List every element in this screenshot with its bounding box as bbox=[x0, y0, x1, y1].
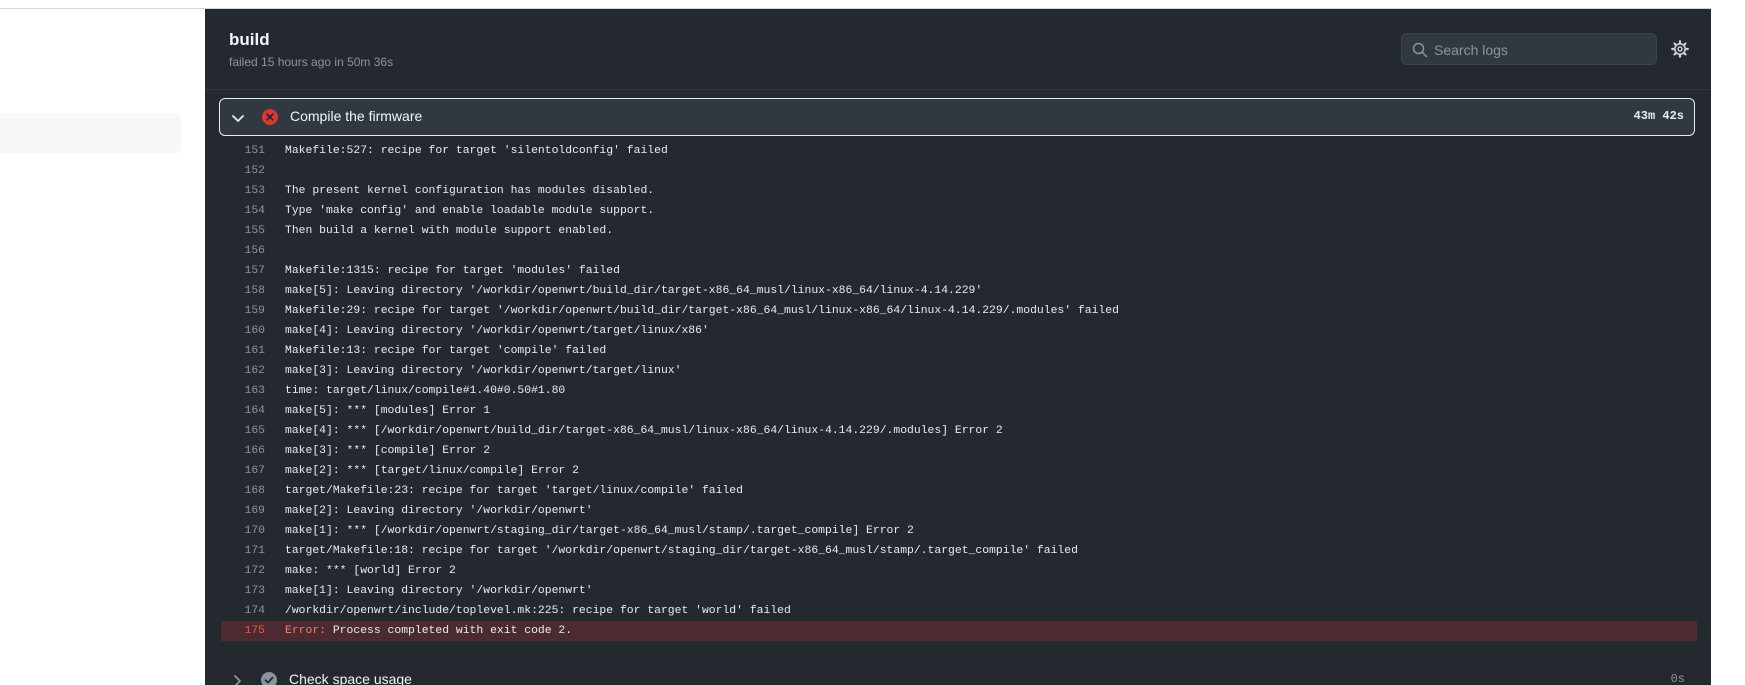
log-line-number[interactable]: 170 bbox=[221, 521, 265, 541]
search-box[interactable] bbox=[1401, 33, 1657, 66]
log-line-number[interactable]: 157 bbox=[221, 261, 265, 281]
log-line[interactable]: 174/workdir/openwrt/include/toplevel.mk:… bbox=[221, 601, 1697, 621]
step-compile-firmware[interactable]: Compile the firmware 43m 42s bbox=[219, 98, 1695, 136]
log-line[interactable]: 170 make[1]: *** [/workdir/openwrt/stagin… bbox=[221, 521, 1697, 541]
error-label: Error: bbox=[285, 625, 327, 637]
log-line[interactable]: 163 time: target/linux/compile#1.40#0.50#… bbox=[221, 381, 1697, 401]
log-line[interactable]: 160 make[4]: Leaving directory '/workdir/… bbox=[221, 321, 1697, 341]
log-line-number[interactable]: 164 bbox=[221, 401, 265, 421]
log-line-text: make[3]: Leaving directory '/workdir/ope… bbox=[285, 365, 682, 377]
gear-icon[interactable] bbox=[1671, 40, 1689, 58]
log-line-text: make[4]: Leaving directory '/workdir/ope… bbox=[285, 325, 709, 337]
log-line[interactable]: 162 make[3]: Leaving directory '/workdir/… bbox=[221, 361, 1697, 381]
step-name: Compile the firmware bbox=[290, 108, 423, 124]
log-line[interactable]: 157 Makefile:1315: recipe for target 'mod… bbox=[221, 261, 1697, 281]
log-line-text: Then build a kernel with module support … bbox=[285, 225, 614, 237]
log-error-line[interactable]: 175 Error: Process completed with exit co… bbox=[221, 621, 1697, 641]
log-line[interactable]: 165 make[4]: *** [/workdir/openwrt/build_… bbox=[221, 421, 1697, 441]
log-line-number[interactable]: 158 bbox=[221, 281, 265, 301]
log-output: 151 Makefile:527: recipe for target 'sile… bbox=[221, 141, 1697, 641]
log-line-text: /workdir/openwrt/include/toplevel.mk:225… bbox=[285, 605, 791, 617]
log-line-number[interactable]: 168 bbox=[221, 481, 265, 501]
log-line-number[interactable]: 175 bbox=[221, 621, 265, 641]
log-line-number[interactable]: 165 bbox=[221, 421, 265, 441]
log-line-number[interactable]: 156 bbox=[221, 241, 265, 261]
log-line-number[interactable]: 167 bbox=[221, 461, 265, 481]
log-line-text: make[1]: Leaving directory '/workdir/ope… bbox=[285, 585, 593, 597]
log-line-text: make[4]: *** [/workdir/openwrt/build_dir… bbox=[285, 425, 1003, 437]
chevron-right-icon bbox=[234, 675, 241, 685]
log-line[interactable]: 153 The present kernel configuration has … bbox=[221, 181, 1697, 201]
log-line[interactable]: 171 target/Makefile:18: recipe for target… bbox=[221, 541, 1697, 561]
job-header: build failed 15 hours ago in 50m 36s bbox=[205, 9, 1711, 90]
job-status-subtitle: failed 15 hours ago in 50m 36s bbox=[229, 55, 394, 69]
log-line-number[interactable]: 163 bbox=[221, 381, 265, 401]
log-line-text: Makefile:1315: recipe for target 'module… bbox=[285, 265, 620, 277]
log-line[interactable]: 166 make[3]: *** [compile] Error 2 bbox=[221, 441, 1697, 461]
log-line-text: make[5]: *** [modules] Error 1 bbox=[285, 405, 491, 417]
log-line-number[interactable]: 155 bbox=[221, 221, 265, 241]
job-title: build bbox=[229, 30, 270, 49]
log-line-number[interactable]: 173 bbox=[221, 581, 265, 601]
log-line[interactable]: 172 make: *** [world] Error 2 bbox=[221, 561, 1697, 581]
log-line[interactable]: 159 Makefile:29: recipe for target '/work… bbox=[221, 301, 1697, 321]
log-line-text: Makefile:13: recipe for target 'compile'… bbox=[285, 345, 607, 357]
step-check-space-usage[interactable]: Check space usage 0s bbox=[219, 662, 1695, 685]
step-duration: 43m 42s bbox=[1633, 109, 1684, 123]
log-line-number[interactable]: 152 bbox=[221, 161, 265, 181]
log-line-number[interactable]: 171 bbox=[221, 541, 265, 561]
log-line-text: target/Makefile:23: recipe for target 't… bbox=[285, 485, 743, 497]
log-line-text: make[1]: *** [/workdir/openwrt/staging_d… bbox=[285, 525, 914, 537]
log-line-number[interactable]: 169 bbox=[221, 501, 265, 521]
log-line[interactable]: 169 make[2]: Leaving directory '/workdir/… bbox=[221, 501, 1697, 521]
log-line-text: Type 'make config' and enable loadable m… bbox=[285, 205, 655, 217]
log-line-number[interactable]: 153 bbox=[221, 181, 265, 201]
log-line[interactable]: 156 bbox=[221, 241, 1697, 261]
log-line-number[interactable]: 166 bbox=[221, 441, 265, 461]
log-line-number[interactable]: 174 bbox=[221, 601, 265, 621]
log-line-text: make[5]: Leaving directory '/workdir/ope… bbox=[285, 285, 983, 297]
log-error-text: Error: Process completed with exit code … bbox=[285, 621, 572, 641]
right-margin bbox=[1711, 8, 1745, 685]
step-name: Check space usage bbox=[289, 671, 412, 685]
log-line-text: make[3]: *** [compile] Error 2 bbox=[285, 445, 491, 457]
error-message: Process completed with exit code 2. bbox=[326, 625, 573, 637]
x-circle-fill-icon bbox=[262, 109, 278, 125]
log-line-number[interactable]: 162 bbox=[221, 361, 265, 381]
log-line-number[interactable]: 172 bbox=[221, 561, 265, 581]
log-line[interactable]: 173 make[1]: Leaving directory '/workdir/… bbox=[221, 581, 1697, 601]
search-icon bbox=[1412, 42, 1428, 58]
log-line-text: make[2]: Leaving directory '/workdir/ope… bbox=[285, 505, 593, 517]
log-line[interactable]: 154 Type 'make config' and enable loadabl… bbox=[221, 201, 1697, 221]
log-line[interactable]: 164 make[5]: *** [modules] Error 1 bbox=[221, 401, 1697, 421]
log-line-text: make[2]: *** [target/linux/compile] Erro… bbox=[285, 465, 579, 477]
log-line-text: target/Makefile:18: recipe for target '/… bbox=[285, 545, 1078, 557]
log-line-text: Makefile:29: recipe for target '/workdir… bbox=[285, 305, 1119, 317]
log-line[interactable]: 155 Then build a kernel with module suppo… bbox=[221, 221, 1697, 241]
search-input[interactable] bbox=[1432, 34, 1656, 66]
log-line[interactable]: 152 bbox=[221, 161, 1697, 181]
log-line[interactable]: 168 target/Makefile:23: recipe for target… bbox=[221, 481, 1697, 501]
page: build failed 15 hours ago in 50m 36s Sea… bbox=[0, 0, 1745, 685]
log-line-text: time: target/linux/compile#1.40#0.50#1.8… bbox=[285, 385, 566, 397]
log-line-number[interactable]: 154 bbox=[221, 201, 265, 221]
log-line-number[interactable]: 160 bbox=[221, 321, 265, 341]
log-line[interactable]: 151 Makefile:527: recipe for target 'sile… bbox=[221, 141, 1697, 161]
log-line-text: Makefile:527: recipe for target 'silento… bbox=[285, 145, 668, 157]
top-border bbox=[0, 0, 1745, 9]
chevron-down-icon bbox=[232, 115, 244, 122]
sidebar-selected-item[interactable] bbox=[0, 113, 181, 154]
log-line-number[interactable]: 161 bbox=[221, 341, 265, 361]
job-log-panel: build failed 15 hours ago in 50m 36s Sea… bbox=[205, 9, 1711, 685]
log-line-text: make: *** [world] Error 2 bbox=[285, 565, 456, 577]
log-line[interactable]: 161 Makefile:13: recipe for target 'compi… bbox=[221, 341, 1697, 361]
log-line-number[interactable]: 159 bbox=[221, 301, 265, 321]
log-line[interactable]: 158 make[5]: Leaving directory '/workdir/… bbox=[221, 281, 1697, 301]
step-duration: 0s bbox=[1670, 672, 1685, 685]
log-line[interactable]: 167 make[2]: *** [target/linux/compile] E… bbox=[221, 461, 1697, 481]
log-line-number[interactable]: 151 bbox=[221, 141, 265, 161]
check-circle-fill-icon bbox=[261, 672, 277, 685]
log-line-text: The present kernel configuration has mod… bbox=[285, 185, 655, 197]
